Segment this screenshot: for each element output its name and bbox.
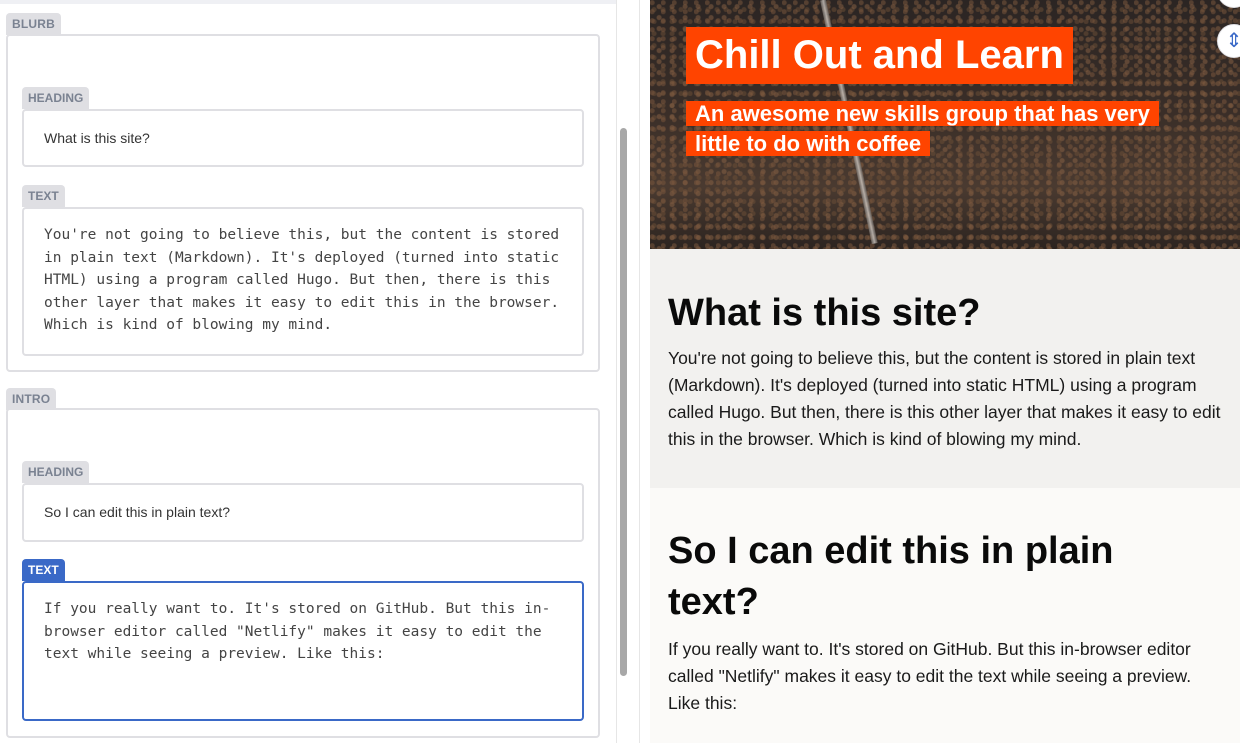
preview-blurb-section: What is this site? You're not going to b…	[650, 249, 1240, 488]
intro-section-label: INTRO	[6, 388, 57, 410]
hero-subtitle: An awesome new skills group that has ver…	[686, 99, 1168, 159]
editor-top-divider	[0, 0, 616, 4]
hero-banner: Chill Out and Learn An awesome new skill…	[650, 0, 1240, 249]
intro-text-field[interactable]: If you really want to. It's stored on Gi…	[22, 581, 584, 721]
editor-scrollbar-thumb[interactable]	[620, 128, 627, 676]
intro-heading-field[interactable]: So I can edit this in plain text?	[22, 483, 584, 542]
editor-pane: BLURB HEADING What is this site? TEXT Yo…	[0, 0, 616, 743]
blurb-heading-label: HEADING	[22, 87, 90, 109]
preview-intro-heading: So I can edit this in plain text?	[668, 530, 1114, 623]
preview-blurb-text: You're not going to believe this, but th…	[668, 348, 1221, 449]
hero-title: Chill Out and Learn	[686, 27, 1073, 84]
blurb-heading-field[interactable]: What is this site?	[22, 109, 584, 167]
preview-intro-text: If you really want to. It's stored on Gi…	[668, 639, 1192, 713]
intro-text-label: TEXT	[22, 559, 65, 581]
blurb-text-label: TEXT	[22, 185, 65, 207]
blurb-text-field[interactable]: You're not going to believe this, but th…	[22, 207, 584, 356]
preview-pane: Chill Out and Learn An awesome new skill…	[650, 0, 1240, 743]
preview-intro-section: So I can edit this in plain text? If you…	[650, 488, 1240, 743]
preview-blurb-heading: What is this site?	[668, 292, 981, 334]
blurb-section-label: BLURB	[6, 13, 61, 35]
intro-heading-label: HEADING	[22, 461, 90, 483]
hero-subtitle-text: An awesome new skills group that has ver…	[686, 101, 1159, 156]
